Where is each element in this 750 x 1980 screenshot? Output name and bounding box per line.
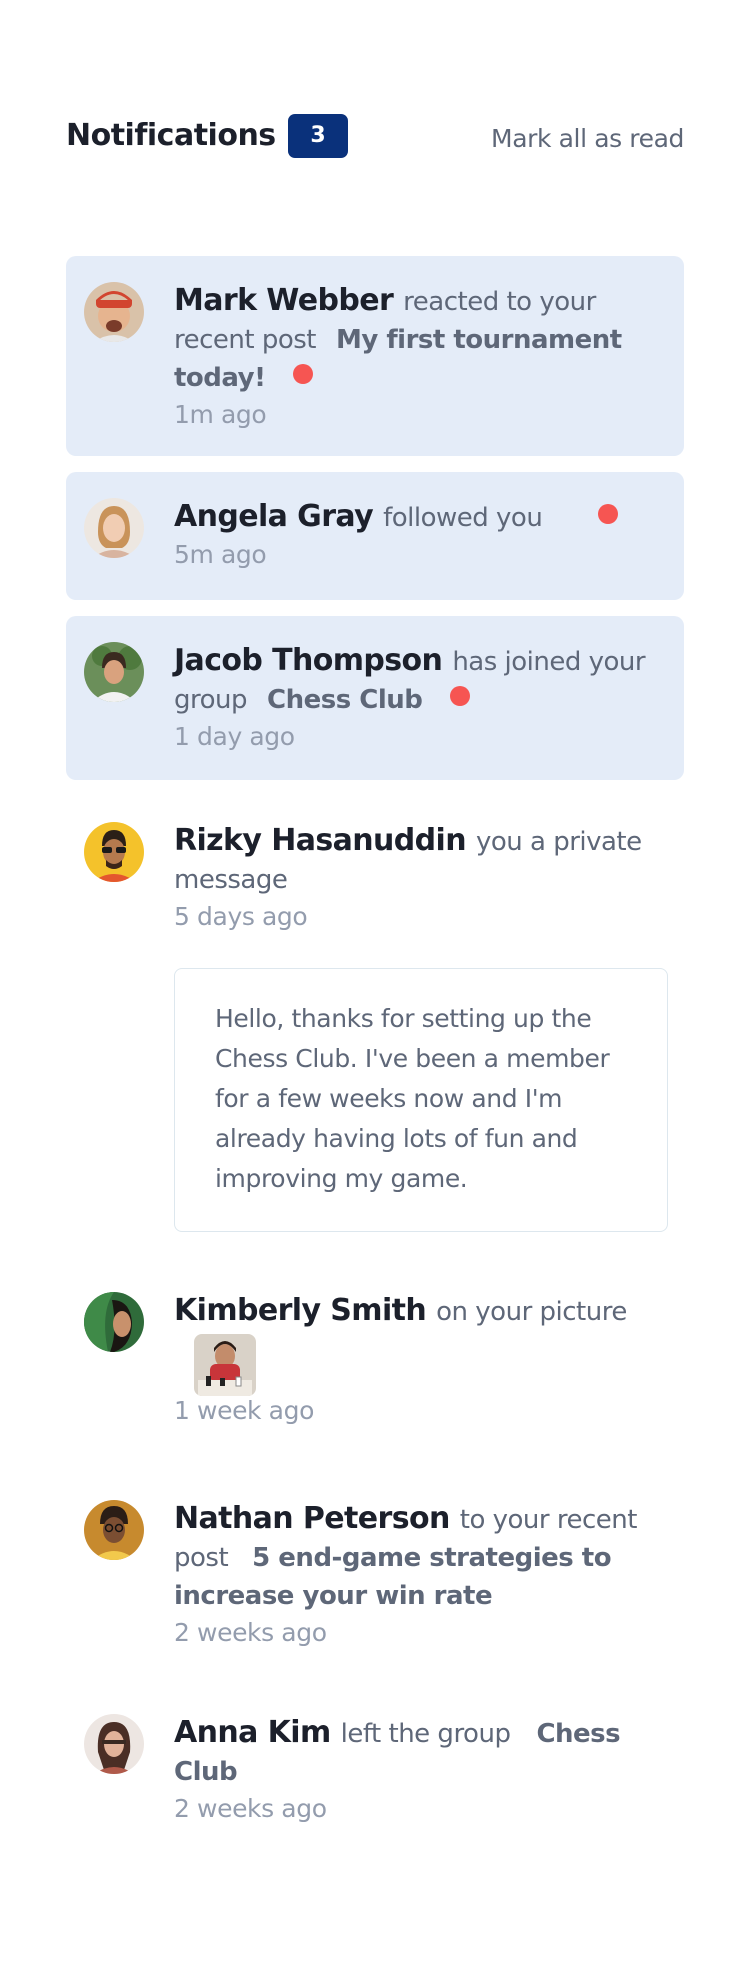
notification-text: Nathan Peterson to your recent post 5 end-…	[174, 1500, 672, 1651]
avatar-angela-gray[interactable]	[84, 498, 144, 558]
notification-text: Jacob Thompson has joined your group Chess…	[174, 642, 672, 755]
notification-action: left the group	[340, 1719, 511, 1749]
user-name-link[interactable]: Anna Kim	[174, 1715, 331, 1750]
private-message-preview[interactable]: Hello, thanks for setting up the Chess C…	[174, 968, 668, 1232]
post-link[interactable]: 5 end-game strategies to increase your w…	[174, 1543, 612, 1611]
notification-item[interactable]: Jacob Thompson has joined your group Chess…	[66, 616, 684, 780]
avatar-nathan-peterson[interactable]	[84, 1500, 144, 1560]
notification-item[interactable]: Kimberly Smith on your picture 1 week ago	[66, 1266, 684, 1446]
user-name-link[interactable]: Jacob Thompson	[174, 643, 443, 678]
group-link[interactable]: Chess Club	[267, 685, 423, 715]
unread-dot-icon	[450, 686, 471, 706]
unread-dot-icon	[598, 504, 619, 524]
user-name-link[interactable]: Angela Gray	[174, 499, 374, 534]
notification-item[interactable]: Anna Kim left the group Chess Club 2 weeks…	[66, 1688, 684, 1838]
notification-time: 5 days ago	[174, 902, 308, 931]
avatar-rizky-hasanuddin[interactable]	[84, 822, 144, 882]
notification-text: Rizky Hasanuddin you a private message 5 …	[174, 822, 672, 935]
notification-time: 2 weeks ago	[174, 1794, 327, 1823]
mark-all-as-read-button[interactable]: Mark all as read	[491, 124, 684, 153]
user-name-link[interactable]: Rizky Hasanuddin	[174, 823, 467, 858]
notification-text: Angela Gray followed you 5m ago	[174, 498, 672, 573]
notification-time: 1 day ago	[174, 722, 295, 751]
notification-time: 1m ago	[174, 400, 267, 429]
avatar-jacob-thompson[interactable]	[84, 642, 144, 702]
notification-time: 5m ago	[174, 540, 267, 569]
notification-item[interactable]: Nathan Peterson to your recent post 5 end-…	[66, 1474, 684, 1654]
user-name-link[interactable]: Mark Webber	[174, 283, 394, 318]
notifications-header: Notifications 3 Mark all as read	[66, 114, 684, 160]
notification-time: 1 week ago	[174, 1396, 314, 1425]
notification-action: on your picture	[436, 1297, 627, 1327]
notification-text: Anna Kim left the group Chess Club 2 weeks…	[174, 1714, 672, 1827]
user-name-link[interactable]: Nathan Peterson	[174, 1501, 450, 1536]
unread-dot-icon	[293, 364, 314, 384]
avatar-kimberly-smith[interactable]	[84, 1292, 144, 1352]
chess-picture-thumbnail[interactable]	[194, 1334, 256, 1396]
notification-time: 2 weeks ago	[174, 1618, 327, 1647]
page-title: Notifications	[66, 118, 276, 153]
avatar-mark-webber[interactable]	[84, 282, 144, 342]
avatar-anna-kim[interactable]	[84, 1714, 144, 1774]
notification-action: followed you	[383, 503, 543, 533]
notification-item[interactable]: Rizky Hasanuddin you a private message 5 …	[66, 796, 684, 946]
notification-text: Mark Webber reacted to your recent post My…	[174, 282, 672, 433]
unread-count-badge: 3	[288, 114, 348, 158]
user-name-link[interactable]: Kimberly Smith	[174, 1293, 427, 1328]
notification-item[interactable]: Mark Webber reacted to your recent post My…	[66, 256, 684, 456]
notification-item[interactable]: Angela Gray followed you 5m ago	[66, 472, 684, 600]
